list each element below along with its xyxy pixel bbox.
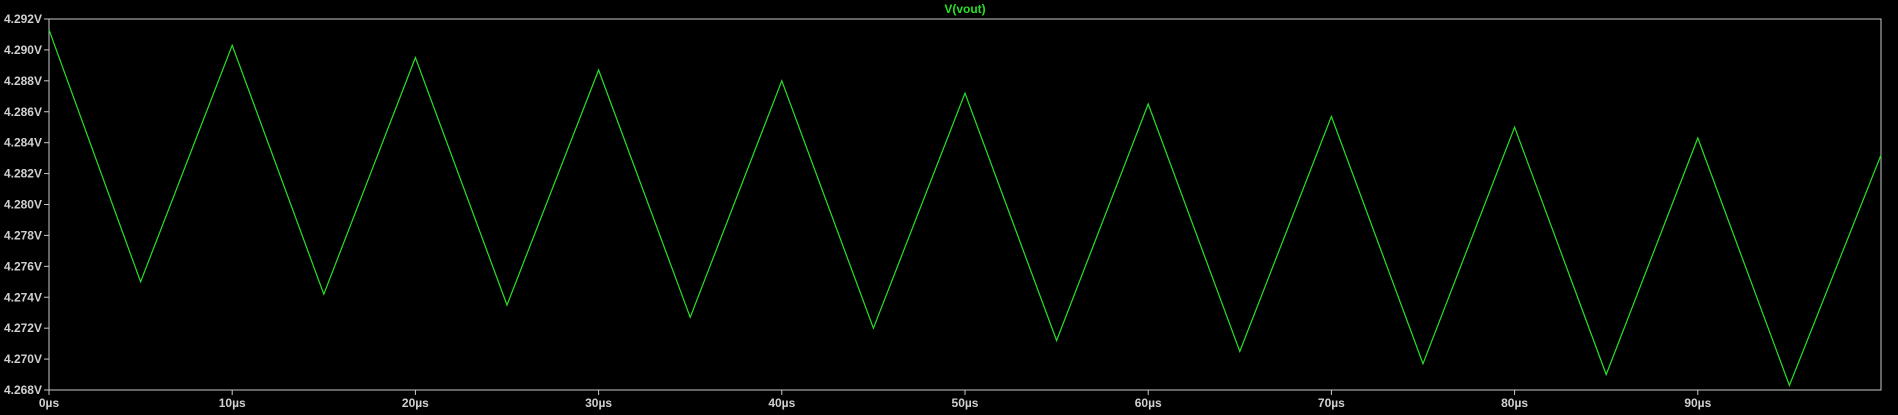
x-tick-label: 40µs <box>768 396 795 410</box>
y-tick-label: 4.292V <box>4 12 42 26</box>
x-tick-label: 60µs <box>1135 396 1162 410</box>
y-tick-label: 4.274V <box>4 290 42 304</box>
trace-title: V(vout) <box>944 2 985 16</box>
y-tick-label: 4.268V <box>4 383 42 397</box>
y-tick-label: 4.270V <box>4 352 42 366</box>
x-tick-label: 30µs <box>585 396 612 410</box>
x-tick-label: 80µs <box>1501 396 1528 410</box>
y-tick-label: 4.284V <box>4 136 42 150</box>
x-tick-label: 70µs <box>1318 396 1345 410</box>
y-tick-label: 4.290V <box>4 43 42 57</box>
y-tick-label: 4.286V <box>4 105 42 119</box>
x-tick-label: 90µs <box>1684 396 1711 410</box>
x-axis: 0µs 10µs 20µs 30µs 40µs 50µs 60µs 70µs 80µs 90µs <box>39 390 1712 410</box>
plot-area-frame <box>48 18 1882 391</box>
x-tick-label: 10µs <box>219 396 246 410</box>
y-tick-label: 4.278V <box>4 228 42 242</box>
y-axis: 4.268V 4.270V 4.272V 4.274V 4.276V 4.278V 4.28… <box>4 12 49 397</box>
y-tick-label: 4.276V <box>4 259 42 273</box>
x-tick-label: 50µs <box>952 396 979 410</box>
x-tick-label: 20µs <box>402 396 429 410</box>
y-tick-label: 4.282V <box>4 167 42 181</box>
y-tick-label: 4.288V <box>4 74 42 88</box>
traces <box>48 29 1882 388</box>
y-tick-label: 4.280V <box>4 198 42 212</box>
x-tick-label: 0µs <box>39 396 60 410</box>
waveform-plot: V(vout) 4.268V4.270V4.272V4.274V4.276V4.… <box>4 2 1882 410</box>
series-line-vout <box>48 29 1882 388</box>
y-tick-label: 4.272V <box>4 321 42 335</box>
